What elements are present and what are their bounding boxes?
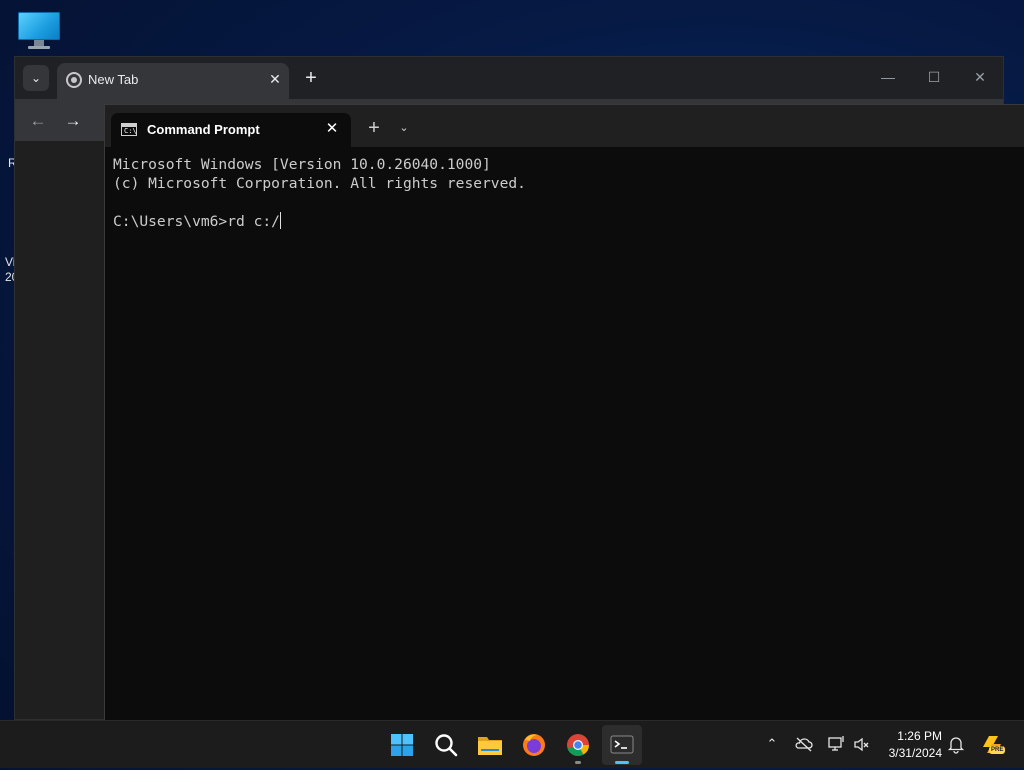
start-icon: [391, 734, 413, 756]
monitor-icon-screen: [18, 12, 60, 40]
terminal-icon: [610, 735, 634, 754]
terminal-minimize-button[interactable]: —: [1013, 113, 1024, 135]
forward-button[interactable]: →: [59, 107, 87, 135]
file-explorer-button[interactable]: [470, 725, 510, 765]
taskbar: ⌃ 1:26 PM 3/31/2024 PRE: [0, 720, 1024, 768]
firefox-icon: [523, 734, 545, 756]
terminal-title-bar[interactable]: C:\ Command Prompt ✕ + ⌄ —: [105, 105, 1024, 147]
network-icon[interactable]: [826, 733, 846, 755]
chrome-button[interactable]: [558, 725, 598, 765]
terminal-window: C:\ Command Prompt ✕ + ⌄ — Microsoft Win…: [104, 104, 1024, 721]
cloud-offline-icon[interactable]: [794, 733, 814, 755]
browser-minimize-button[interactable]: —: [865, 63, 911, 91]
start-button[interactable]: [382, 725, 422, 765]
pre-badge: PRE: [989, 746, 1006, 754]
close-icon[interactable]: ✕: [265, 69, 285, 89]
back-button[interactable]: ←: [24, 107, 52, 135]
browser-tab-title: New Tab: [88, 72, 139, 87]
browser-maximize-button[interactable]: ☐: [911, 63, 957, 91]
browser-tab-new-tab[interactable]: New Tab ✕: [57, 63, 289, 99]
this-pc-icon[interactable]: [16, 10, 62, 50]
browser-close-button[interactable]: ✕: [957, 63, 1003, 91]
cmd-icon: C:\: [121, 123, 137, 136]
file-explorer-icon: [478, 737, 502, 755]
terminal-command: C:\Users\vm6>rd c:/: [113, 213, 280, 230]
running-indicator: [575, 761, 581, 764]
clock-date[interactable]: 3/31/2024: [876, 746, 942, 760]
terminal-output[interactable]: Microsoft Windows [Version 10.0.26040.10…: [113, 155, 1024, 721]
close-icon[interactable]: ✕: [321, 118, 343, 140]
text-cursor: [279, 212, 281, 229]
chevron-down-icon[interactable]: ⌄: [394, 117, 414, 139]
search-icon: [435, 734, 458, 757]
search-button[interactable]: [426, 725, 466, 765]
active-indicator: [615, 761, 629, 764]
chrome-icon: [66, 72, 82, 88]
copilot-pre-icon[interactable]: PRE: [980, 733, 1006, 755]
terminal-button[interactable]: [602, 725, 642, 765]
chrome-icon: [567, 734, 589, 757]
terminal-new-tab-button[interactable]: +: [363, 117, 385, 139]
terminal-tab-title: Command Prompt: [147, 122, 260, 137]
clock-time[interactable]: 1:26 PM: [886, 729, 942, 743]
firefox-button[interactable]: [514, 725, 554, 765]
tab-search-dropdown-button[interactable]: ⌄: [23, 65, 49, 91]
browser-tab-strip: ⌄ New Tab ✕ + — ☐ ✕: [15, 57, 1003, 99]
new-tab-button[interactable]: +: [298, 65, 324, 91]
terminal-line: Microsoft Windows [Version 10.0.26040.10…: [113, 156, 491, 173]
notification-bell-icon[interactable]: [946, 733, 966, 755]
terminal-line: (c) Microsoft Corporation. All rights re…: [113, 175, 526, 192]
terminal-prompt-line[interactable]: C:\Users\vm6>rd c:/: [113, 212, 1024, 231]
chevron-up-icon[interactable]: ⌃: [762, 733, 782, 755]
terminal-tab-command-prompt[interactable]: C:\ Command Prompt ✕: [111, 113, 351, 147]
volume-muted-icon[interactable]: [852, 733, 872, 755]
